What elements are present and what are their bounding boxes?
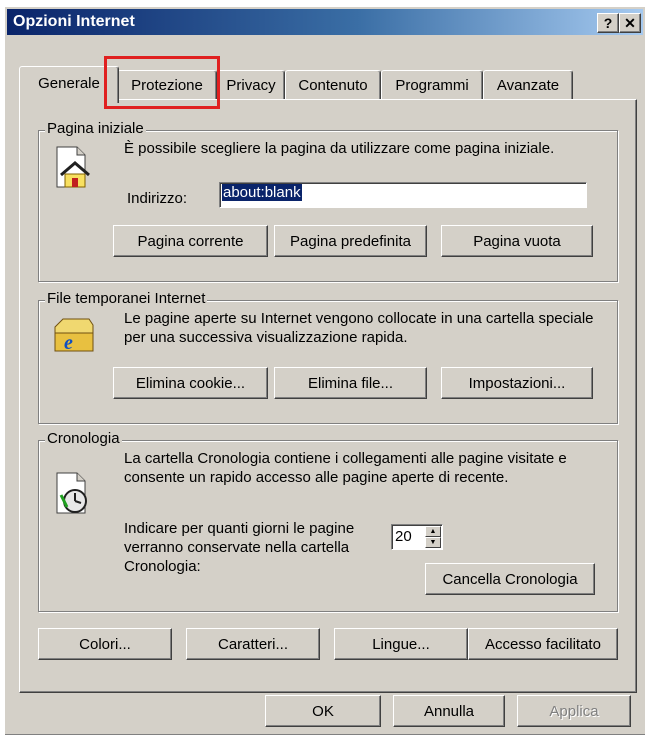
button-label: Pagina vuota xyxy=(473,233,561,250)
delete-files-button[interactable]: Elimina file... xyxy=(274,367,427,399)
svg-text:e: e xyxy=(64,332,73,354)
button-label: Annulla xyxy=(423,703,475,720)
button-label: Pagina predefinita xyxy=(290,233,411,250)
spin-up-icon[interactable]: ▲ xyxy=(425,526,441,537)
address-value: about:blank xyxy=(222,184,302,201)
tab-privacy[interactable]: Privacy xyxy=(217,70,285,101)
blank-page-button[interactable]: Pagina vuota xyxy=(441,225,593,257)
window-title: Opzioni Internet xyxy=(13,13,135,30)
history-group: Cronologia La cartella Cronologia contie… xyxy=(38,430,618,612)
button-label: Pagina corrente xyxy=(137,233,244,250)
tab-contenuto[interactable]: Contenuto xyxy=(285,70,381,101)
tab-label: Privacy xyxy=(226,77,276,94)
button-label: Elimina file... xyxy=(307,375,394,392)
button-label: Impostazioni... xyxy=(468,375,566,392)
button-label: Applica xyxy=(549,703,599,720)
tab-label: Programmi xyxy=(395,77,469,94)
button-label: Colori... xyxy=(79,636,131,653)
tab-label: Contenuto xyxy=(298,77,368,94)
button-label: Lingue... xyxy=(372,636,430,653)
close-icon: ✕ xyxy=(624,15,636,31)
tab-avanzate[interactable]: Avanzate xyxy=(483,70,573,101)
days-label: Indicare per quanti giorni le pagine ver… xyxy=(124,520,355,575)
home-page-legend: Pagina iniziale xyxy=(45,120,146,137)
button-label: Caratteri... xyxy=(217,636,289,653)
general-tab-panel: Pagina iniziale È possibile scegliere la… xyxy=(19,99,637,693)
button-label: Accesso facilitato xyxy=(485,636,601,653)
current-page-button[interactable]: Pagina corrente xyxy=(113,225,268,257)
cancel-button[interactable]: Annulla xyxy=(393,695,505,727)
button-label: Elimina cookie... xyxy=(135,375,246,392)
tab-label: Avanzate xyxy=(496,77,560,94)
ok-button[interactable]: OK xyxy=(265,695,381,727)
settings-button[interactable]: Impostazioni... xyxy=(441,367,593,399)
apply-button[interactable]: Applica xyxy=(517,695,631,727)
delete-cookies-button[interactable]: Elimina cookie... xyxy=(113,367,268,399)
button-label: OK xyxy=(312,703,334,720)
temp-files-group: File temporanei Internet e Le pagine ape… xyxy=(38,290,618,424)
default-page-button[interactable]: Pagina predefinita xyxy=(274,225,427,257)
accessibility-button[interactable]: Accesso facilitato xyxy=(468,628,618,660)
fonts-button[interactable]: Caratteri... xyxy=(186,628,320,660)
tab-programmi[interactable]: Programmi xyxy=(381,70,483,101)
home-page-icon xyxy=(53,145,93,189)
home-page-group: Pagina iniziale È possibile scegliere la… xyxy=(38,120,618,282)
ie-folder-icon: e xyxy=(53,315,95,355)
temp-files-description: Le pagine aperte su Internet vengono col… xyxy=(124,310,594,346)
internet-options-dialog: Opzioni Internet ? ✕ Generale Protezione… xyxy=(4,6,645,735)
days-value: 20 xyxy=(395,528,412,545)
colors-button[interactable]: Colori... xyxy=(38,628,172,660)
close-button[interactable]: ✕ xyxy=(619,13,641,33)
help-button[interactable]: ? xyxy=(597,13,619,33)
spin-down-icon[interactable]: ▼ xyxy=(425,537,441,548)
protezione-highlight-box xyxy=(104,56,220,109)
address-field[interactable]: about:blank xyxy=(219,182,587,208)
history-clock-icon xyxy=(53,471,93,515)
button-label: Cancella Cronologia xyxy=(442,571,578,588)
days-stepper[interactable]: 20 ▲ ▼ xyxy=(391,524,443,550)
clear-history-button[interactable]: Cancella Cronologia xyxy=(425,563,595,595)
languages-button[interactable]: Lingue... xyxy=(334,628,468,660)
address-label: Indirizzo: xyxy=(127,190,188,207)
help-icon: ? xyxy=(603,15,613,31)
history-legend: Cronologia xyxy=(45,430,122,447)
history-description: La cartella Cronologia contiene i colleg… xyxy=(124,450,567,486)
tab-label: Generale xyxy=(38,75,100,92)
title-bar[interactable]: Opzioni Internet ? ✕ xyxy=(7,9,643,35)
temp-files-legend: File temporanei Internet xyxy=(45,290,208,307)
home-page-description: È possibile scegliere la pagina da utili… xyxy=(124,140,555,157)
